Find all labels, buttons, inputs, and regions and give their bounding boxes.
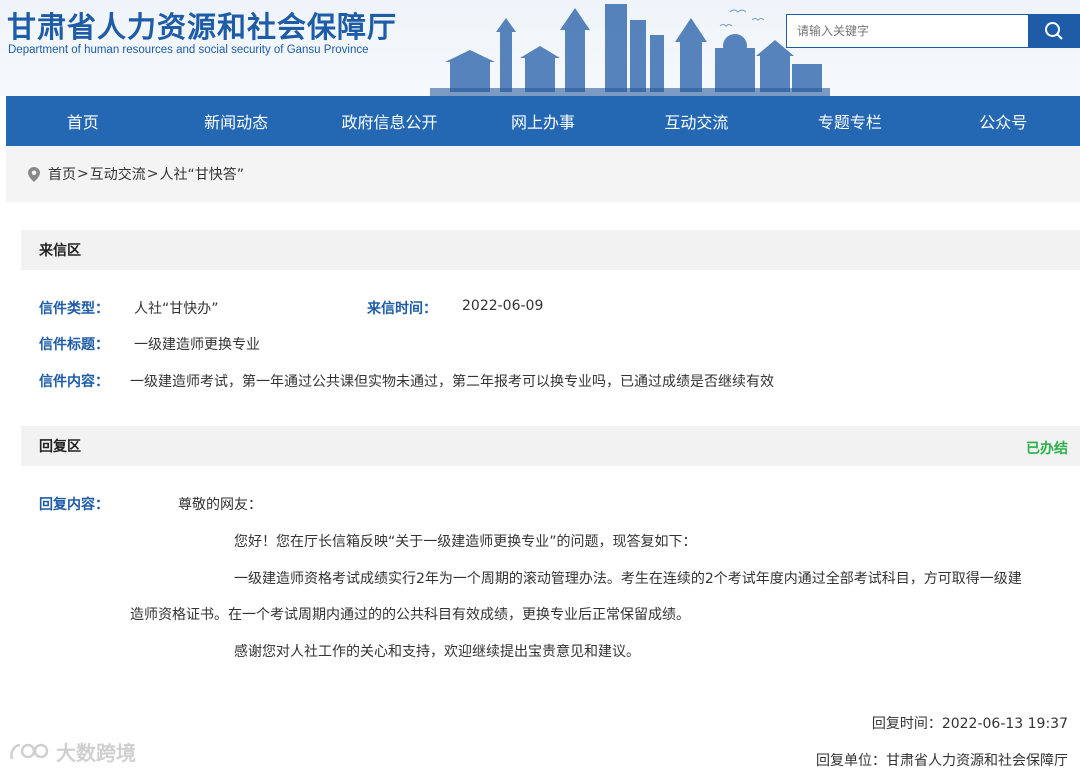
breadcrumb: 首页 > 互动交流 > 人社“甘快答” [6,146,1080,202]
breadcrumb-home-link[interactable]: 首页 [48,164,76,184]
watermark: 大数跨境 [8,737,136,766]
reply-paragraph-2a: 一级建造师资格考试成绩实行2年为一个周期的滚动管理办法。考生在连续的2个考试年度… [234,571,1022,587]
nav-item-interaction[interactable]: 互动交流 [620,96,773,146]
reply-content-label: 回复内容： [39,497,109,513]
letter-subject-value: 一级建造师更换专业 [134,337,260,353]
site-subtitle: Department of human resources and social… [8,44,369,56]
breadcrumb-separator: > [77,166,89,182]
reply-time: 回复时间：2022-06-13 19:37 [871,716,1068,732]
letter-content-label: 信件内容： [39,374,109,390]
reply-paragraph-3: 感谢您对人社工作的关心和支持，欢迎继续提出宝贵意见和建议。 [234,644,640,660]
reply-unit: 回复单位：甘肃省人力资源和社会保障厅 [816,753,1068,769]
letter-type-value: 人社“甘快办” [134,301,219,317]
location-pin-icon [28,166,40,182]
letter-content-value: 一级建造师考试，第一年通过公共课但实物未通过，第二年报考可以换专业吗，已通过成绩… [130,374,774,390]
nav-item-gov-info[interactable]: 政府信息公开 [313,96,466,146]
nav-item-home[interactable]: 首页 [6,96,159,146]
main-nav: 首页 新闻动态 政府信息公开 网上办事 互动交流 专题专栏 公众号 [6,96,1080,146]
letter-time-label: 来信时间： [367,301,437,317]
watermark-logo-icon [10,743,49,759]
nav-item-topics[interactable]: 专题专栏 [773,96,926,146]
reply-paragraph-2b: 造师资格证书。在一个考试周期内通过的的公共科目有效成绩，更换专业后正常保留成绩。 [130,607,690,623]
site-header: 甘肃省人力资源和社会保障厅 Department of human resour… [0,0,1080,96]
search-icon [1045,22,1063,40]
reply-greeting: 尊敬的网友： [178,497,262,513]
status-badge: 已办结 [1026,441,1068,457]
nav-item-online-service[interactable]: 网上办事 [466,96,619,146]
search-input[interactable] [786,14,1029,48]
letter-subject-label: 信件标题： [39,337,109,353]
site-title[interactable]: 甘肃省人力资源和社会保障厅 [7,4,397,46]
letter-type-label: 信件类型： [39,301,109,317]
reply-section-header: 回复区 已办结 [21,426,1080,466]
reply-section-title: 回复区 [39,439,81,455]
breadcrumb-separator: > [146,166,159,182]
letter-section-header: 来信区 [21,230,1080,270]
nav-item-wechat[interactable]: 公众号 [927,96,1080,146]
nav-item-news[interactable]: 新闻动态 [159,96,312,146]
letter-time-value: 2022-06-09 [462,298,544,314]
city-skyline-banner [430,4,830,96]
breadcrumb-section-link[interactable]: 互动交流 [90,164,146,184]
letter-section-title: 来信区 [39,243,81,259]
search-button[interactable] [1028,14,1080,48]
breadcrumb-current: 人社“甘快答” [159,167,244,183]
reply-paragraph-1: 您好！您在厅长信箱反映“关于一级建造师更换专业”的问题，现答复如下： [234,534,697,550]
watermark-text: 大数跨境 [56,741,136,765]
